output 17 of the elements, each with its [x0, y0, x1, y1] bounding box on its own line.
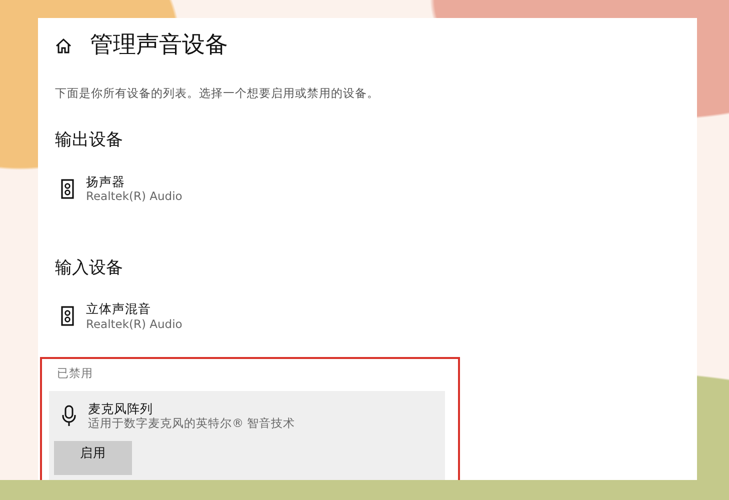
device-driver: Realtek(R) Audio — [86, 189, 182, 204]
section-heading: 输出设备 — [55, 129, 124, 152]
home-icon[interactable] — [55, 38, 72, 54]
group-label: 已禁用 — [57, 365, 94, 382]
page-title: 管理声音设备 — [90, 34, 228, 57]
device-name: 扬声器 — [86, 174, 126, 190]
speaker-icon — [61, 178, 74, 199]
device-driver: 适用于数字麦克风的英特尔® 智音技术 — [88, 416, 296, 430]
enable-button[interactable]: 启用 — [54, 440, 132, 474]
device-name: 立体声混音 — [86, 301, 152, 317]
description-text: 下面是你所有设备的列表。选择一个想要启用或禁用的设备。 — [55, 85, 380, 102]
section-heading: 输入设备 — [55, 256, 124, 280]
speaker-icon — [61, 306, 74, 326]
device-driver: Realtek(R) Audio — [86, 316, 182, 332]
microphone-icon — [62, 404, 76, 426]
device-name: 麦克风阵列 — [88, 400, 154, 416]
device-card[interactable]: 麦克风阵列 适用于数字麦克风的英特尔® 智音技术 启用 — [49, 390, 445, 480]
